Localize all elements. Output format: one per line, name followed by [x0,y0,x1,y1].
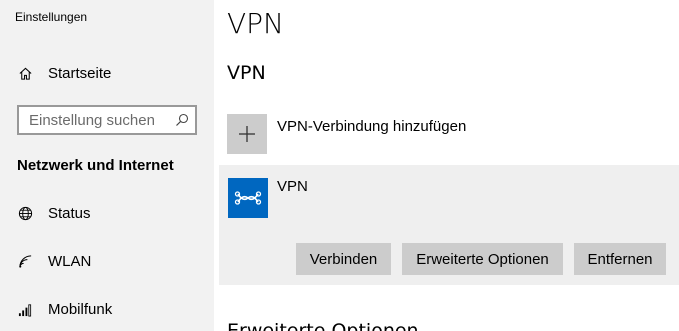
sidebar: Einstellungen Startseite Einstellung suc… [0,0,214,331]
wifi-icon [17,253,33,269]
plus-icon [227,114,267,154]
sidebar-item-label: Startseite [48,64,112,82]
globe-icon [17,205,33,221]
cellular-signal-icon [17,301,33,317]
section-title: VPN [227,62,266,84]
connect-button[interactable]: Verbinden [296,243,391,275]
remove-button[interactable]: Entfernen [574,243,666,275]
home-icon [17,65,33,81]
search-icon [175,113,189,127]
search-placeholder: Einstellung suchen [29,112,155,129]
vpn-connection-card[interactable]: VPN Verbinden Erweiterte Optionen Entfer… [219,165,679,285]
add-vpn-connection-button[interactable]: VPN-Verbindung hinzufügen [227,114,667,156]
page-title: VPN [227,7,284,40]
sidebar-item-status[interactable]: Status [0,195,214,231]
main-content: VPN VPN VPN-Verbindung hinzufügen VPN Ve… [214,0,679,331]
sidebar-item-label: WLAN [48,252,92,270]
sidebar-item-home[interactable]: Startseite [0,55,214,91]
sidebar-item-wlan[interactable]: WLAN [0,243,214,279]
sidebar-item-mobilfunk[interactable]: Mobilfunk [0,291,214,327]
add-vpn-connection-label: VPN-Verbindung hinzufügen [277,118,467,135]
vpn-icon [228,178,268,218]
search-input[interactable]: Einstellung suchen [17,105,197,135]
section-heading: Netzwerk und Internet [17,157,174,174]
sidebar-item-label: Status [48,204,91,222]
advanced-options-heading: Erweiterte Optionen [227,320,419,331]
vpn-connection-name: VPN [277,178,308,195]
advanced-options-button[interactable]: Erweiterte Optionen [402,243,563,275]
sidebar-item-label: Mobilfunk [48,300,113,318]
app-title: Einstellungen [15,10,88,24]
